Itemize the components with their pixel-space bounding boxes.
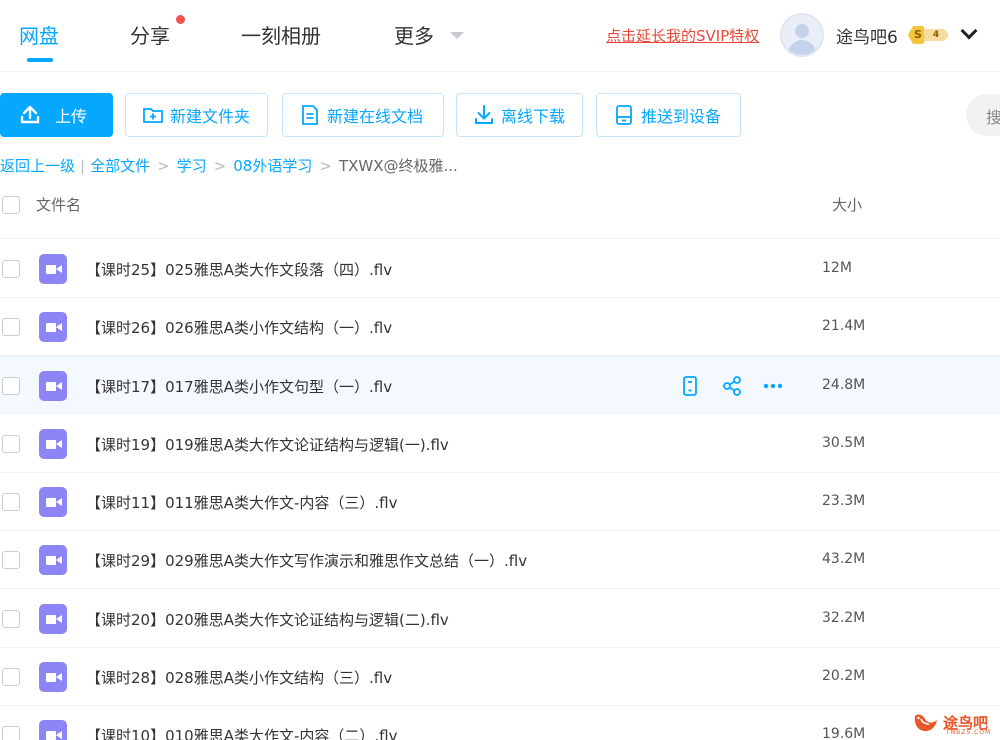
video-file-icon	[39, 662, 67, 692]
video-file-icon	[39, 720, 67, 740]
site-watermark: 途鸟吧 TNBZS.COM	[912, 709, 992, 737]
search-input[interactable]: 搜	[966, 94, 1000, 136]
tab-share[interactable]: 分享	[130, 20, 170, 49]
breadcrumb-divider: |	[80, 156, 86, 175]
upload-button[interactable]: 上传	[0, 93, 113, 137]
video-file-icon	[39, 545, 67, 575]
avatar[interactable]	[780, 13, 824, 57]
video-file-icon	[39, 371, 67, 401]
select-all-checkbox[interactable]	[2, 196, 20, 214]
breadcrumb-separator: >	[213, 156, 227, 175]
file-name[interactable]: 【课时26】026雅思A类小作文结构（一）.flv	[86, 317, 392, 338]
breadcrumb-study[interactable]: 学习	[177, 155, 207, 176]
file-row[interactable]: 【课时25】025雅思A类大作文段落（四）.flv 12M	[0, 240, 1000, 298]
file-row[interactable]: 【课时10】010雅思A类大作文-内容（二）.flv 19.6M	[0, 706, 1000, 740]
file-row[interactable]: 【课时20】020雅思A类大作文论证结构与逻辑(二).flv 32.2M	[0, 590, 1000, 648]
vip-level-badge: S 4	[908, 26, 950, 44]
new-folder-icon	[142, 104, 164, 126]
file-row[interactable]: 【课时19】019雅思A类大作文论证结构与逻辑(一).flv 30.5M	[0, 415, 1000, 473]
row-checkbox[interactable]	[2, 668, 20, 686]
new-folder-button[interactable]: 新建文件夹	[125, 93, 268, 137]
upload-icon	[19, 104, 41, 126]
video-file-icon	[39, 254, 67, 284]
bird-logo-icon	[912, 710, 940, 736]
breadcrumb-separator: >	[319, 156, 332, 175]
row-checkbox[interactable]	[2, 726, 20, 740]
file-row[interactable]: 【课时28】028雅思A类小作文结构（三）.flv 20.2M	[0, 648, 1000, 706]
push-to-device-label: 推送到设备	[641, 107, 722, 126]
avatar-head	[795, 24, 809, 38]
upload-label: 上传	[55, 107, 88, 126]
svip-extend-link[interactable]: 点击延长我的SVIP特权	[606, 25, 759, 46]
breadcrumb: 返回上一级 | 全部文件 > 学习 > 08外语学习 > TXWX@终极雅...	[0, 155, 458, 176]
row-checkbox[interactable]	[2, 435, 20, 453]
file-name[interactable]: 【课时25】025雅思A类大作文段落（四）.flv	[86, 259, 392, 280]
file-size: 32.2M	[822, 610, 866, 626]
document-icon	[299, 104, 321, 126]
breadcrumb-separator: >	[157, 156, 170, 175]
file-size: 43.2M	[822, 551, 866, 567]
device-icon	[613, 104, 635, 126]
file-size: 21.4M	[822, 318, 866, 334]
file-name[interactable]: 【课时28】028雅思A类小作文结构（三）.flv	[86, 667, 392, 688]
send-to-phone-icon[interactable]	[679, 375, 701, 397]
share-icon[interactable]	[721, 375, 743, 397]
file-size: 19.6M	[822, 726, 866, 740]
watermark-subtext: TNBZS.COM	[946, 729, 992, 736]
chevron-down-icon[interactable]	[450, 32, 464, 39]
tab-more[interactable]: 更多	[394, 20, 434, 49]
video-file-icon	[39, 487, 67, 517]
new-online-doc-label: 新建在线文档	[327, 107, 424, 126]
row-checkbox[interactable]	[2, 318, 20, 336]
top-nav: 网盘 分享 一刻相册 更多 点击延长我的SVIP特权 途鸟吧6 S 4	[0, 0, 1000, 72]
more-options-icon[interactable]	[762, 375, 784, 397]
breadcrumb-current: TXWX@终极雅...	[338, 157, 458, 175]
row-checkbox[interactable]	[2, 610, 20, 628]
video-file-icon	[39, 312, 67, 342]
file-name[interactable]: 【课时19】019雅思A类大作文论证结构与逻辑(一).flv	[86, 434, 449, 455]
offline-download-button[interactable]: 离线下载	[456, 93, 583, 137]
column-size[interactable]: 大小	[832, 194, 862, 215]
file-row[interactable]: 【课时17】017雅思A类小作文句型（一）.flv 24.8M	[0, 356, 1000, 414]
active-tab-indicator	[27, 58, 53, 62]
breadcrumb-all-files[interactable]: 全部文件	[90, 155, 150, 176]
file-name[interactable]: 【课时17】017雅思A类小作文句型（一）.flv	[86, 376, 392, 397]
search-placeholder: 搜	[986, 108, 1000, 127]
file-name[interactable]: 【课时11】011雅思A类大作文-内容（三）.flv	[86, 492, 398, 513]
push-to-device-button[interactable]: 推送到设备	[596, 93, 741, 137]
vip-badge-number: 4	[924, 29, 948, 41]
new-folder-label: 新建文件夹	[170, 107, 251, 126]
username[interactable]: 途鸟吧6	[836, 23, 898, 48]
file-size: 24.8M	[822, 377, 866, 393]
row-checkbox[interactable]	[2, 260, 20, 278]
breadcrumb-back[interactable]: 返回上一级	[0, 155, 75, 176]
row-checkbox[interactable]	[2, 377, 20, 395]
avatar-body	[788, 40, 816, 55]
file-row[interactable]: 【课时29】029雅思A类大作文写作演示和雅思作文总结（一）.flv 43.2M	[0, 531, 1000, 589]
tab-netdisk[interactable]: 网盘	[19, 20, 59, 49]
file-row[interactable]: 【课时11】011雅思A类大作文-内容（三）.flv 23.3M	[0, 473, 1000, 531]
file-size: 12M	[822, 260, 852, 276]
user-menu-chevron-icon[interactable]	[960, 22, 978, 40]
file-name[interactable]: 【课时20】020雅思A类大作文论证结构与逻辑(二).flv	[86, 609, 449, 630]
download-icon	[473, 104, 495, 126]
file-size: 30.5M	[822, 435, 866, 451]
row-checkbox[interactable]	[2, 493, 20, 511]
row-checkbox[interactable]	[2, 551, 20, 569]
file-size: 23.3M	[822, 493, 866, 509]
file-size: 20.2M	[822, 668, 866, 684]
video-file-icon	[39, 429, 67, 459]
file-name[interactable]: 【课时10】010雅思A类大作文-内容（二）.flv	[86, 725, 398, 740]
new-online-doc-button[interactable]: 新建在线文档	[282, 93, 444, 137]
divider	[0, 238, 1000, 239]
notification-dot	[176, 15, 185, 24]
file-row[interactable]: 【课时26】026雅思A类小作文结构（一）.flv 21.4M	[0, 298, 1000, 356]
tab-photo-album[interactable]: 一刻相册	[241, 20, 321, 49]
offline-download-label: 离线下载	[501, 107, 566, 126]
file-name[interactable]: 【课时29】029雅思A类大作文写作演示和雅思作文总结（一）.flv	[86, 550, 527, 571]
breadcrumb-foreign-language[interactable]: 08外语学习	[233, 155, 312, 176]
column-filename[interactable]: 文件名	[36, 194, 81, 215]
video-file-icon	[39, 604, 67, 634]
file-list-header: 文件名 大小	[0, 186, 1000, 222]
